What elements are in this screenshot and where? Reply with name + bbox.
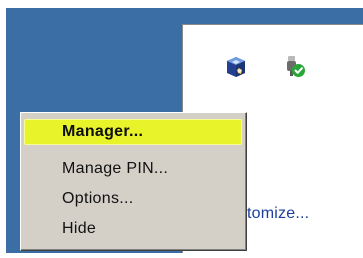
- customize-link-text: tomize...: [247, 205, 310, 222]
- menu-item-manager[interactable]: Manager...: [24, 119, 242, 144]
- customize-link[interactable]: tomize...: [247, 205, 309, 223]
- menu-item-manage-pin-label: Manage PIN...: [62, 160, 169, 177]
- usb-safe-remove-icon[interactable]: [282, 54, 306, 78]
- menu-item-options[interactable]: Options...: [24, 186, 242, 211]
- menu-item-hide[interactable]: Hide: [24, 216, 242, 241]
- menu-item-options-label: Options...: [62, 190, 134, 207]
- virtualbox-icon[interactable]: [224, 55, 248, 79]
- menu-item-hide-label: Hide: [62, 220, 97, 237]
- usb-safe-remove-icon-graphic: [287, 56, 305, 77]
- menu-item-manage-pin[interactable]: Manage PIN...: [24, 156, 242, 181]
- screenshot-frame: tomize... Manager... Manage PIN... Optio…: [0, 0, 363, 258]
- context-menu: Manager... Manage PIN... Options... Hide: [20, 112, 247, 251]
- virtualbox-icon-graphic: [227, 57, 245, 77]
- menu-item-manager-label: Manager...: [62, 123, 144, 140]
